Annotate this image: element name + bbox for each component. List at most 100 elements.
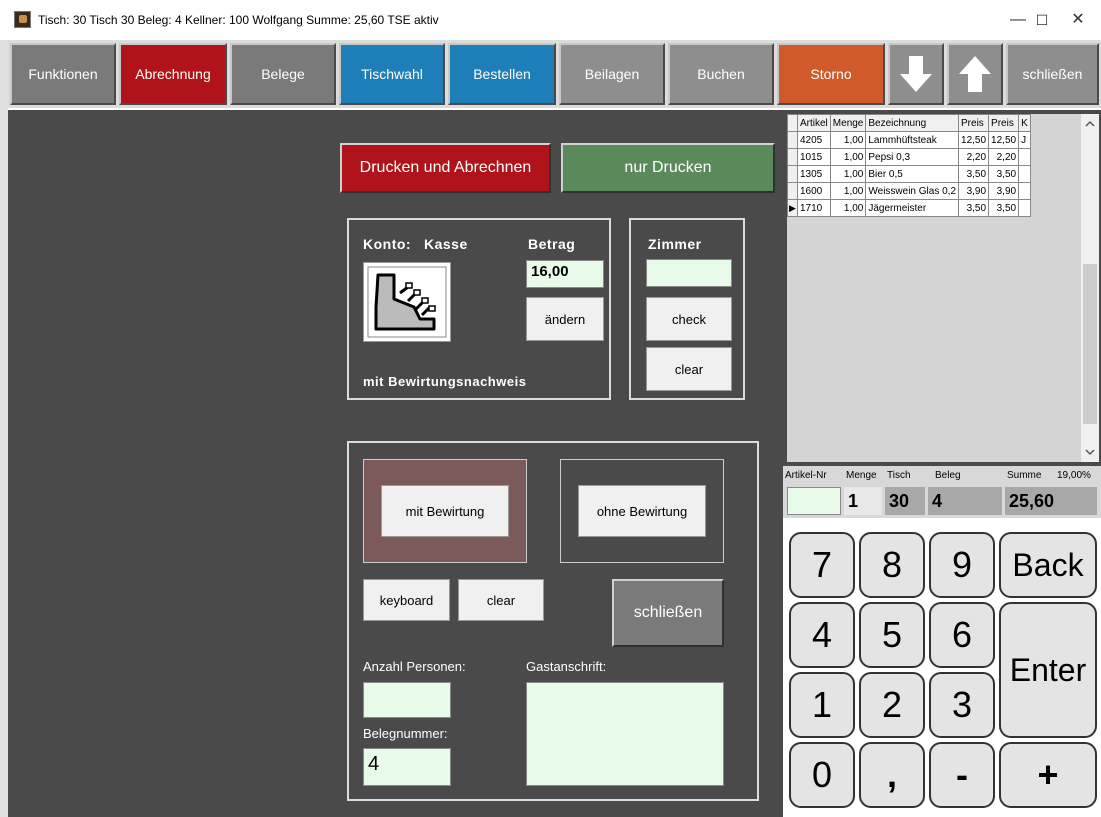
column-header[interactable]: Preis [958,114,990,132]
nur-drucken-button[interactable]: nur Drucken [561,143,775,193]
menge-label: Menge [846,470,877,481]
row-selector[interactable] [787,182,798,200]
key-back[interactable]: Back [999,532,1097,598]
table-header-row: Artikel Menge Bezeichnung Preis Preis K [787,114,1031,132]
table-cell: J [1018,131,1031,149]
schliessen-toolbar-button[interactable]: schließen [1006,43,1099,105]
column-header[interactable]: K [1018,114,1031,132]
row-selector[interactable] [787,148,798,166]
gastanschrift-field[interactable] [526,682,724,786]
bestellen-button[interactable]: Bestellen [448,43,556,105]
table-cell: 2,20 [988,148,1020,166]
row-selector[interactable] [787,165,798,183]
column-header[interactable]: Artikel [797,114,831,132]
column-header[interactable]: Preis [988,114,1020,132]
key-minus[interactable]: - [929,742,995,808]
key-9[interactable]: 9 [929,532,995,598]
arrow-down-icon [900,56,932,92]
schliessen-button[interactable]: schließen [612,579,724,647]
bewirtungsnachweis-label: mit Bewirtungsnachweis [363,374,527,389]
artikelnr-field[interactable] [787,487,841,515]
table-row[interactable]: 1600 1,00 Weisswein Glas 0,2 3,90 3,90 [787,182,1031,200]
betrag-field[interactable]: 16,00 [526,260,604,288]
maximize-button[interactable]: ☐ [1022,6,1062,34]
key-4[interactable]: 4 [789,602,855,668]
mit-bewirtung-button[interactable]: mit Bewirtung [381,485,509,537]
table-cell [1018,199,1031,217]
key-7[interactable]: 7 [789,532,855,598]
key-3[interactable]: 3 [929,672,995,738]
table-cell: 2,20 [958,148,990,166]
arrow-down-button[interactable] [888,43,944,105]
aendern-button[interactable]: ändern [526,297,604,341]
key-plus[interactable]: + [999,742,1097,808]
app-icon [14,11,31,28]
current-row-marker[interactable]: ▶ [787,199,798,217]
bewirtung-clear-button[interactable]: clear [458,579,544,621]
key-enter[interactable]: Enter [999,602,1097,738]
zimmer-field[interactable] [646,259,732,287]
zimmer-label: Zimmer [648,236,702,252]
table-row[interactable]: 4205 1,00 Lammhüftsteak 12,50 12,50 J [787,131,1031,149]
key-comma[interactable]: , [859,742,925,808]
table-cell: Lammhüftsteak [865,131,960,149]
konto-label: Konto: [363,236,412,252]
table-cell: 3,90 [988,182,1020,200]
table-cell: Pepsi 0,3 [865,148,960,166]
key-6[interactable]: 6 [929,602,995,668]
table-cell: 3,50 [988,165,1020,183]
row-selector[interactable] [787,131,798,149]
table-row[interactable]: 1015 1,00 Pepsi 0,3 2,20 2,20 [787,148,1031,166]
close-button[interactable]: ✕ [1058,6,1098,34]
tischwahl-button[interactable]: Tischwahl [339,43,445,105]
table-cell: 3,50 [958,165,990,183]
ohne-bewirtung-button[interactable]: ohne Bewirtung [578,485,706,537]
check-button[interactable]: check [646,297,732,341]
table-cell: 1,00 [829,131,867,149]
funktionen-button[interactable]: Funktionen [10,43,116,105]
grid-scrollbar[interactable] [1081,114,1099,462]
table-cell: 4205 [797,131,831,149]
table-cell [1018,182,1031,200]
zimmer-clear-button[interactable]: clear [646,347,732,391]
table-cell: 1015 [797,148,831,166]
table-cell: 1600 [797,182,831,200]
key-1[interactable]: 1 [789,672,855,738]
table-cell [1018,165,1031,183]
table-cell [1018,148,1031,166]
cash-register-button[interactable] [363,262,451,342]
table-cell: 1305 [797,165,831,183]
window-left-edge [0,40,8,817]
anzahl-personen-label: Anzahl Personen: [363,659,466,674]
tisch-value: 30 [885,487,925,515]
order-grid[interactable]: Artikel Menge Bezeichnung Preis Preis K … [787,114,1081,448]
key-8[interactable]: 8 [859,532,925,598]
gastanschrift-label: Gastanschrift: [526,659,607,674]
table-cell: 3,50 [988,199,1020,217]
storno-button[interactable]: Storno [777,43,885,105]
belege-button[interactable]: Belege [230,43,336,105]
table-row[interactable]: ▶ 1710 1,00 Jägermeister 3,50 3,50 [787,199,1031,217]
scroll-thumb [1083,264,1097,424]
table-cell: 12,50 [988,131,1020,149]
keyboard-button[interactable]: keyboard [363,579,450,621]
beilagen-button[interactable]: Beilagen [559,43,665,105]
belegnummer-field[interactable]: 4 [363,748,451,786]
drucken-abrechnen-button[interactable]: Drucken und Abrechnen [340,143,551,193]
table-cell: Jägermeister [865,199,960,217]
arrow-up-button[interactable] [947,43,1003,105]
table-cell: 12,50 [958,131,990,149]
table-cell: 3,90 [958,182,990,200]
abrechnung-button[interactable]: Abrechnung [119,43,227,105]
table-row[interactable]: 1305 1,00 Bier 0,5 3,50 3,50 [787,165,1031,183]
row-selector-header [787,114,798,132]
column-header[interactable]: Menge [829,114,867,132]
key-5[interactable]: 5 [859,602,925,668]
key-2[interactable]: 2 [859,672,925,738]
arrow-up-icon [959,56,991,92]
key-0[interactable]: 0 [789,742,855,808]
column-header[interactable]: Bezeichnung [865,114,960,132]
buchen-button[interactable]: Buchen [668,43,774,105]
cash-register-icon [367,266,447,338]
anzahl-personen-field[interactable] [363,682,451,718]
